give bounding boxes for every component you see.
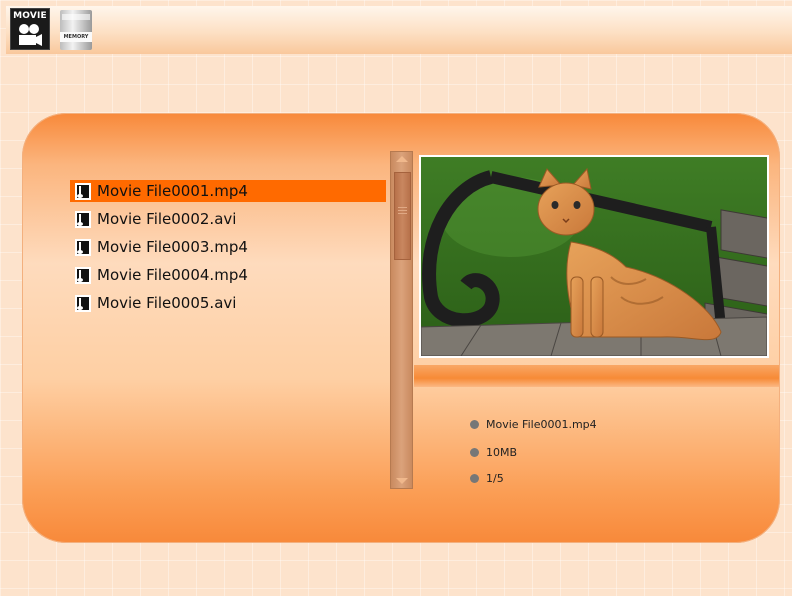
bullet-icon [470,473,479,483]
list-item-label: Movie File0002.avi [97,210,237,228]
scroll-thumb[interactable] [394,172,411,260]
list-item[interactable]: Movie File0004.mp4 [70,264,386,286]
list-item-label: Movie File0003.mp4 [97,238,248,256]
list-item-label: Movie File0001.mp4 [97,182,248,200]
music-file-icon [75,182,91,200]
preview-thumbnail [419,155,769,358]
mode-label: MOVIE [13,11,47,21]
info-filename: Movie File0001.mp4 [486,417,597,431]
list-item[interactable]: Movie File0003.mp4 [70,236,386,258]
memory-card-icon [62,14,90,20]
music-file-icon [75,210,91,228]
grip-line [398,207,407,208]
file-list-scrollbar[interactable] [390,151,413,489]
list-item[interactable]: Movie File0001.mp4 [70,180,386,202]
movie-camera-icon [19,24,42,46]
music-file-icon [75,294,91,312]
info-size: 10MB [486,445,518,459]
info-filename-row: Movie File0001.mp4 [470,416,597,432]
memory-card-button[interactable]: MEMORY [60,10,92,50]
grip-line [398,210,407,211]
storage-label: MEMORY [60,32,92,42]
bullet-icon [470,419,479,429]
list-item[interactable]: Movie File0005.avi [70,292,386,314]
list-item[interactable]: Movie File0002.avi [70,208,386,230]
grip-line [398,213,407,214]
detail-divider [414,365,779,387]
list-item-label: Movie File0004.mp4 [97,266,248,284]
preview-image [421,157,767,356]
scroll-up-arrow-icon[interactable] [396,156,408,162]
scroll-down-arrow-icon[interactable] [396,478,408,484]
music-file-icon [75,238,91,256]
info-position-row: 1/5 [470,470,504,486]
bullet-icon [470,447,479,457]
list-item-label: Movie File0005.avi [97,294,237,312]
movie-mode-button[interactable]: MOVIE [10,8,50,50]
music-file-icon [75,266,91,284]
top-bar [6,6,792,54]
info-position: 1/5 [486,471,504,485]
info-size-row: 10MB [470,444,517,460]
